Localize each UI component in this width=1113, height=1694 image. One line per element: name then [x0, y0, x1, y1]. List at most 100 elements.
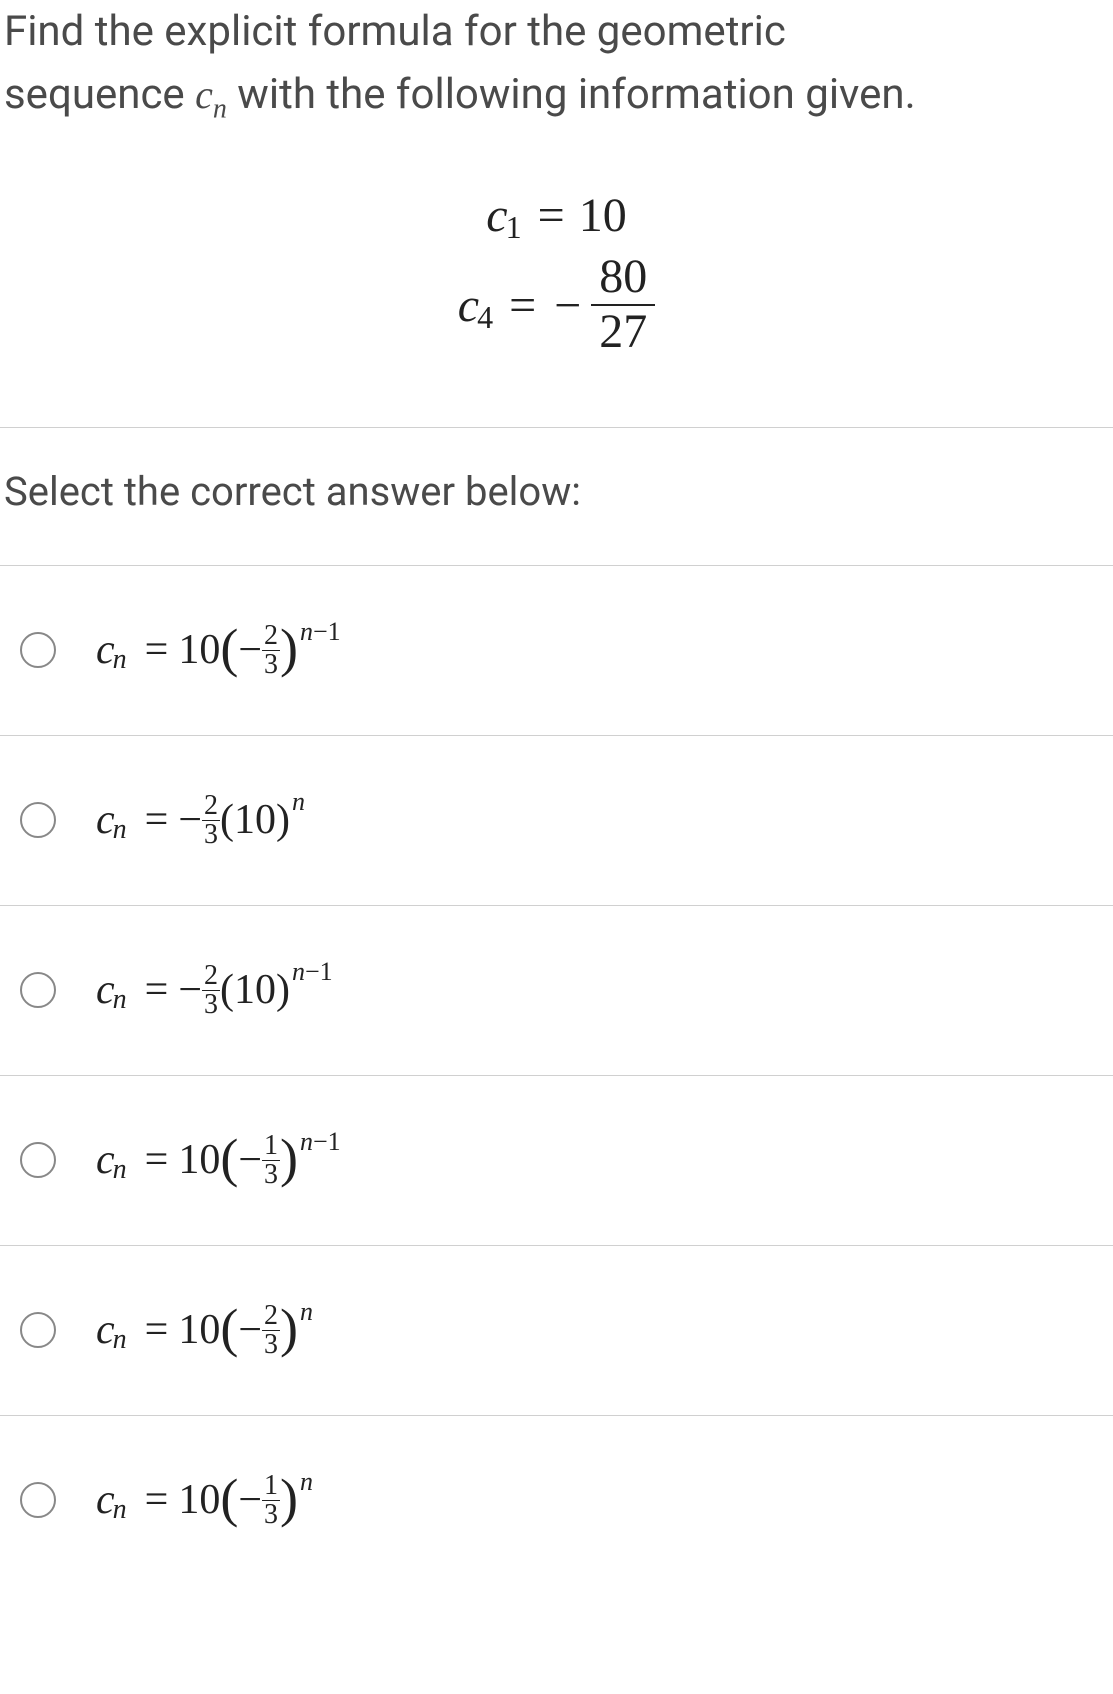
equation-2: c4 = − 80 27	[0, 251, 1113, 359]
option-formula: cn = −23(10)n	[96, 792, 303, 849]
eq2-minus: −	[554, 278, 581, 333]
opt-eq: =	[145, 1306, 169, 1354]
opt-exp-var: n	[292, 787, 305, 816]
opt-minus: −	[238, 1306, 262, 1354]
eq2-numerator: 80	[591, 251, 655, 306]
radio-icon	[20, 802, 56, 838]
opt-exp: n	[300, 1467, 313, 1497]
paren-open: (	[220, 627, 238, 670]
select-prompt: Select the correct answer below:	[0, 428, 1113, 565]
question-line1: Find the explicit formula for the geomet…	[4, 7, 786, 56]
opt-exp: n−1	[292, 957, 333, 987]
option-formula: cn = 10(−13)n	[96, 1472, 311, 1529]
opt-frac: 23	[262, 1302, 280, 1359]
opt-exp: n−1	[300, 617, 341, 647]
opt-sub: n	[113, 644, 127, 676]
opt-coef: 10	[178, 1476, 220, 1524]
given-equations: c1 = 10 c4 = − 80 27	[0, 150, 1113, 427]
opt-exp-var: n	[292, 957, 305, 986]
opt-coef: 10	[178, 626, 220, 674]
opt-frac: 23	[262, 622, 280, 679]
eq1-equals: =	[538, 188, 565, 243]
opt-exp-rest: −1	[313, 617, 341, 646]
option-formula: cn = 10(−23)n	[96, 1302, 311, 1359]
opt-minus: −	[238, 1476, 262, 1524]
eq2-fraction: 80 27	[591, 251, 655, 359]
option-formula: cn = 10(−13)n−1	[96, 1132, 339, 1189]
paren-close: )	[280, 1137, 298, 1180]
opt-coef: 10	[178, 1306, 220, 1354]
option-1[interactable]: cn = 10(−23)n−1	[0, 565, 1113, 735]
opt-sub: n	[113, 1154, 127, 1186]
eq2-denominator: 27	[591, 306, 655, 359]
opt-exp: n−1	[300, 1127, 341, 1157]
paren-close: )	[280, 1307, 298, 1350]
paren-close: )	[280, 627, 298, 670]
opt-fd: 3	[262, 651, 280, 679]
opt-frac: 13	[262, 1472, 280, 1529]
opt-frac: 13	[262, 1132, 280, 1189]
question-text: Find the explicit formula for the geomet…	[0, 0, 1113, 150]
opt-eq: =	[145, 626, 169, 674]
option-6[interactable]: cn = 10(−13)n	[0, 1415, 1113, 1585]
eq1-var: c	[486, 188, 507, 243]
opt-sub: n	[113, 1324, 127, 1356]
opt-exp-var: n	[300, 1467, 313, 1496]
eq2-equals: =	[509, 278, 536, 333]
opt-fd: 3	[262, 1331, 280, 1359]
option-3[interactable]: cn = −23(10)n−1	[0, 905, 1113, 1075]
answer-options: cn = 10(−23)n−1 cn = −23(10)n cn = −23(1…	[0, 565, 1113, 1585]
equation-1: c1 = 10	[0, 188, 1113, 243]
opt-sub: n	[113, 814, 127, 846]
option-2[interactable]: cn = −23(10)n	[0, 735, 1113, 905]
opt-exp-var: n	[300, 1127, 313, 1156]
option-5[interactable]: cn = 10(−23)n	[0, 1245, 1113, 1415]
eq2-var: c	[458, 278, 479, 333]
option-formula: cn = −23(10)n−1	[96, 962, 331, 1019]
seq-sub: n	[213, 93, 227, 124]
opt-eq: =	[145, 1136, 169, 1184]
opt-sub: n	[113, 984, 127, 1016]
opt-exp: n	[300, 1297, 313, 1327]
opt-coef: 10	[178, 1136, 220, 1184]
opt-frac: 23	[202, 962, 220, 1019]
opt-eq: =	[145, 796, 169, 844]
opt-fd: 3	[202, 821, 220, 849]
question-line2b: with the following information given.	[227, 70, 916, 119]
opt-eq: =	[145, 966, 169, 1014]
opt-base: (10)	[220, 966, 290, 1014]
opt-base: (10)	[220, 796, 290, 844]
seq-var: c	[195, 72, 213, 117]
opt-exp: n	[292, 787, 305, 817]
opt-exp-rest: −1	[313, 1127, 341, 1156]
opt-fd: 3	[262, 1501, 280, 1529]
opt-fn: 1	[262, 1132, 280, 1161]
paren-open: (	[220, 1477, 238, 1520]
question-line2a: sequence	[4, 70, 195, 119]
opt-fd: 3	[262, 1161, 280, 1189]
paren-close: )	[280, 1477, 298, 1520]
radio-icon	[20, 1312, 56, 1348]
opt-exp-var: n	[300, 1297, 313, 1326]
radio-icon	[20, 972, 56, 1008]
radio-icon	[20, 1482, 56, 1518]
opt-fn: 2	[202, 792, 220, 821]
opt-exp-var: n	[300, 617, 313, 646]
paren-open: (	[220, 1307, 238, 1350]
radio-icon	[20, 1142, 56, 1178]
radio-icon	[20, 632, 56, 668]
opt-fn: 2	[262, 1302, 280, 1331]
opt-fn: 2	[262, 622, 280, 651]
opt-exp-rest: −1	[305, 957, 333, 986]
opt-fn: 1	[262, 1472, 280, 1501]
paren-open: (	[220, 1137, 238, 1180]
option-4[interactable]: cn = 10(−13)n−1	[0, 1075, 1113, 1245]
opt-fd: 3	[202, 991, 220, 1019]
option-formula: cn = 10(−23)n−1	[96, 622, 339, 679]
opt-fn: 2	[202, 962, 220, 991]
opt-eq: =	[145, 1476, 169, 1524]
eq2-sub: 4	[477, 299, 493, 336]
opt-minus: −	[238, 626, 262, 674]
eq1-rhs: 10	[579, 188, 627, 243]
opt-minus: −	[238, 1136, 262, 1184]
